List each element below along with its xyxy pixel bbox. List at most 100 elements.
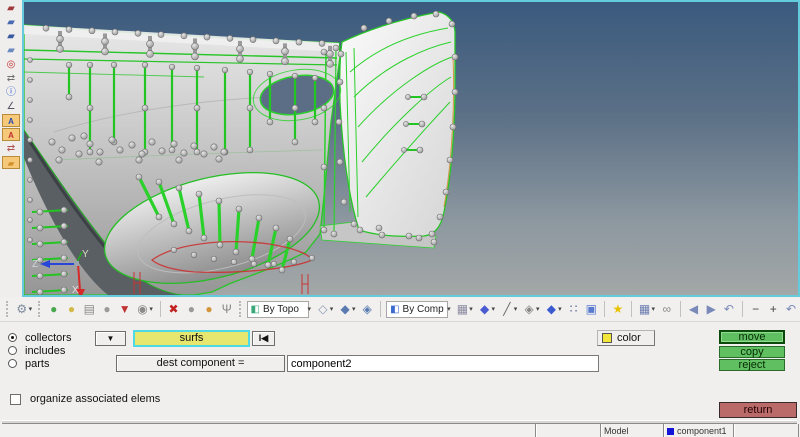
entity-arrows-icon[interactable]: ⇄ [2, 142, 20, 155]
toolbar-grip[interactable] [238, 301, 243, 317]
shaded-geometry-icon[interactable]: ◆ [337, 301, 353, 318]
reset-view-icon[interactable]: ↶ [783, 301, 799, 318]
mask-panel-icon[interactable]: ▤ [81, 301, 97, 318]
door-panel-model: Z Y X [24, 10, 459, 295]
move-button[interactable]: move [719, 330, 785, 344]
mask-reverse-icon[interactable]: ▼ [117, 301, 133, 318]
delete-entities-icon[interactable]: ✖ [166, 301, 182, 318]
graphics-area[interactable]: Z Y X [22, 0, 800, 297]
measure-angle-icon[interactable]: ∠ [2, 100, 20, 113]
wireframe-elements-icon[interactable]: ▦ [455, 301, 471, 318]
favorites-star-icon[interactable]: ★ [610, 301, 626, 318]
dropdown-caret-icon[interactable]: ▾ [447, 305, 453, 313]
dropdown-caret-icon[interactable]: ▾ [536, 305, 542, 313]
vector-display-icon[interactable]: ⇄ [2, 72, 20, 85]
nav-back-icon[interactable]: ◀ [686, 301, 702, 318]
toolbar-separator [630, 301, 632, 317]
radio-parts[interactable]: parts [8, 357, 49, 370]
spheres-display-icon[interactable]: ● [183, 301, 199, 318]
nav-forward-icon[interactable]: ▶ [703, 301, 719, 318]
toolbar-separator [741, 301, 743, 317]
zoom-out-icon[interactable]: − [748, 301, 764, 318]
radio-includes-label: includes [25, 344, 66, 357]
visualization-toolbar-vertical: ▰ ▰ ▰ ▰ ◎ ⇄ ⓘ ∠ A A ⇄ ▰ [0, 0, 22, 297]
toolbar-grip[interactable] [38, 301, 42, 317]
panels-grid-icon[interactable]: ▦ [637, 301, 653, 318]
dropdown-caret-icon[interactable]: ▾ [308, 305, 314, 313]
color-button[interactable]: color [597, 330, 655, 346]
dropdown-caret-icon[interactable]: ▾ [492, 305, 498, 313]
status-empty-cell-2 [733, 424, 799, 437]
radio-collectors-control[interactable] [8, 333, 17, 342]
dest-component-button[interactable]: dest component = [116, 355, 285, 372]
radio-collectors-label: collectors [25, 331, 72, 344]
radio-includes-control[interactable] [8, 346, 17, 355]
dropdown-caret-icon[interactable]: ▾ [352, 305, 358, 313]
svg-text:Z: Z [32, 259, 38, 270]
find-entities-icon[interactable]: ◉ [135, 301, 151, 318]
dest-component-input[interactable] [287, 355, 599, 372]
shaded-plate-icon[interactable]: ▰ [2, 16, 20, 29]
unmask-adjacent-icon[interactable]: ● [99, 301, 115, 318]
dropdown-caret-icon[interactable]: ▾ [149, 305, 155, 313]
shaded-features-icon[interactable]: ◈ [521, 301, 537, 318]
plate-outline-icon[interactable]: ▰ [2, 44, 20, 57]
copy-button[interactable]: copy [719, 346, 785, 358]
toolbar-grip[interactable] [6, 301, 10, 317]
toolbar-separator [159, 301, 161, 317]
organize-elems-checkbox[interactable] [10, 393, 21, 405]
undo-view-icon[interactable]: ↶ [721, 301, 737, 318]
element-handles-icon[interactable]: ◆ [543, 301, 559, 318]
orange-plate-icon[interactable]: ▰ [2, 156, 20, 169]
dropdown-caret-icon[interactable]: ▾ [651, 305, 657, 313]
organize-elems-checkbox-row[interactable]: organize associated elems [10, 393, 160, 405]
dropdown-caret-icon[interactable]: ▾ [558, 305, 564, 313]
radio-collectors[interactable]: collectors [8, 331, 71, 344]
component-color-swatch [667, 427, 674, 435]
dropdown-caret-icon[interactable]: ▾ [29, 305, 35, 313]
selection-switch-button[interactable]: I◀ [252, 331, 275, 346]
shaded-elements-icon[interactable]: ◆ [477, 301, 493, 318]
toolbar-separator [679, 301, 681, 317]
mask-entities-icon[interactable]: ● [46, 301, 62, 318]
feature-lines-icon[interactable]: ╱ [499, 301, 515, 318]
connector-tree-icon[interactable]: Ψ [219, 301, 235, 318]
radio-includes[interactable]: includes [8, 344, 65, 357]
element-color-mode-select[interactable]: ◧ By Comp [386, 300, 449, 318]
display-options-gear-icon[interactable]: ⚙ [14, 301, 30, 318]
organize-panel: collectors includes parts ▼ surfs I◀ des… [0, 322, 800, 420]
display-toolbar: ⚙ ▾ ● ● ▤ ● ▼ ◉ ▾ ✖ ● ● Ψ ◧ By Topo ▾ ◇ ▾ ◆ ▾ ◈ ◧ By Comp ▾ ▦ ▾ ◆ ▾… [0, 297, 800, 322]
geometry-color-mode-select[interactable]: ◧ By Topo [246, 300, 309, 318]
dropdown-caret-icon[interactable]: ▾ [469, 305, 475, 313]
return-button[interactable]: return [719, 402, 797, 418]
view-orientation-icon[interactable]: ▰ [2, 2, 20, 15]
reject-button[interactable]: reject [719, 359, 785, 371]
radio-parts-control[interactable] [8, 359, 17, 368]
element-color-mode-select-icon: ◧ [390, 303, 400, 315]
wireframe-plate-icon[interactable]: ▰ [2, 30, 20, 43]
clipping-off-icon[interactable]: ◎ [2, 58, 20, 71]
shaded-geometry-edges-icon[interactable]: ◈ [359, 301, 375, 318]
organize-elems-label: organize associated elems [30, 393, 161, 405]
status-bar: Model component1 [0, 424, 800, 437]
status-fill [0, 424, 535, 437]
label-abc-red-icon[interactable]: A [2, 128, 20, 141]
spheres-highlight-icon[interactable]: ● [201, 301, 217, 318]
performance-monitor-icon[interactable]: ▣ [583, 301, 599, 318]
geometry-color-mode-select-label: By Topo [262, 303, 299, 315]
label-abc-blue-icon[interactable]: A [2, 114, 20, 127]
dropdown-caret-icon[interactable]: ▾ [514, 305, 520, 313]
status-current-component-cell[interactable]: component1 [663, 424, 733, 437]
zoom-in-icon[interactable]: + [765, 301, 781, 318]
entity-selector-field[interactable]: surfs [133, 330, 250, 347]
unmask-entities-icon[interactable]: ● [64, 301, 80, 318]
link-dogbone-icon[interactable]: ∞ [659, 301, 675, 318]
status-model-cell[interactable]: Model [600, 424, 663, 437]
status-empty-cell [535, 424, 600, 437]
visualization-cluster-icon[interactable]: ∷ [566, 301, 582, 318]
entity-type-dropdown[interactable]: ▼ [95, 331, 126, 346]
element-color-mode-select-label: By Comp [402, 303, 444, 315]
dropdown-caret-icon[interactable]: ▾ [330, 305, 336, 313]
numbers-info-icon[interactable]: ⓘ [2, 86, 20, 99]
wireframe-geometry-icon[interactable]: ◇ [315, 301, 331, 318]
